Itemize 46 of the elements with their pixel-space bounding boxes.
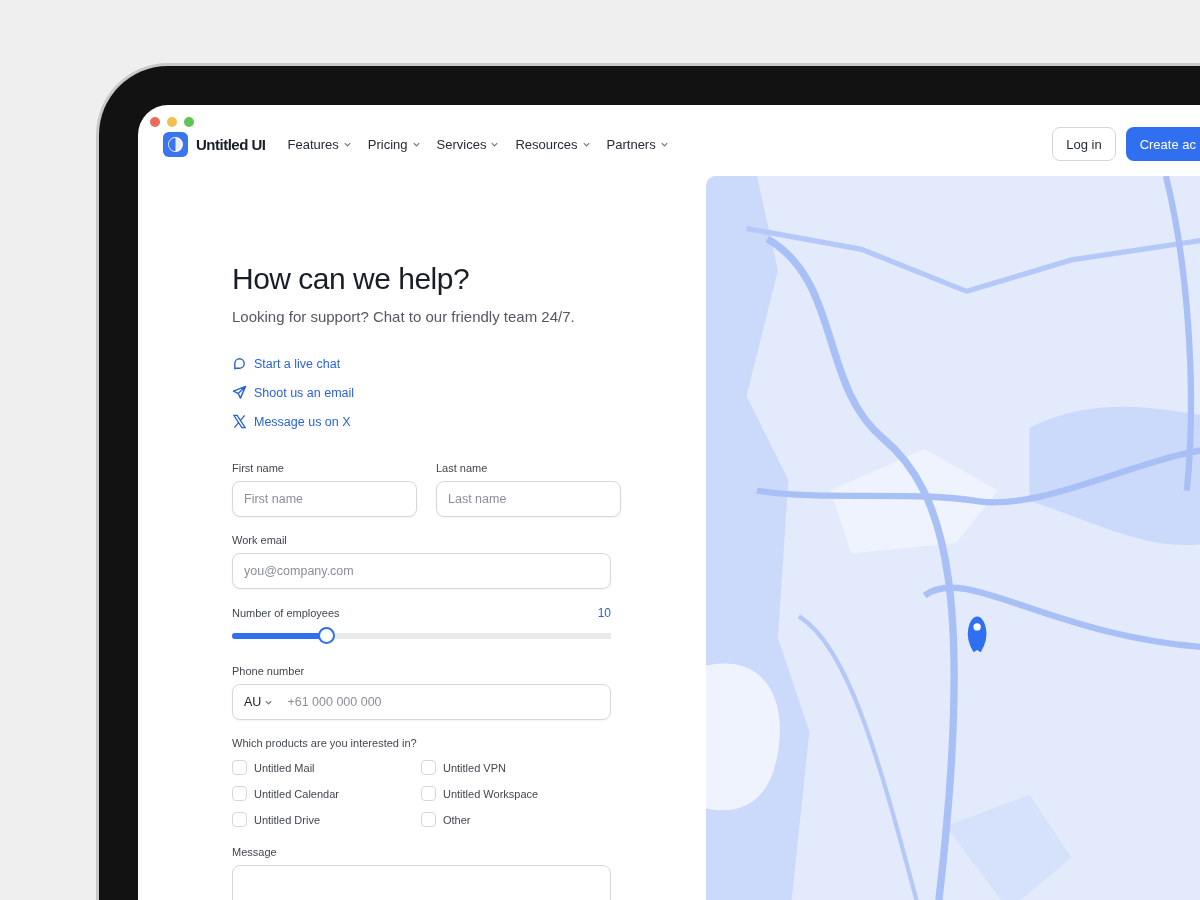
slider-value: 10 xyxy=(597,606,611,620)
nav-menu-item[interactable]: Resources xyxy=(515,136,591,152)
create-account-button[interactable]: Create ac xyxy=(1125,127,1200,161)
field-label: Work email xyxy=(232,534,288,546)
nav-menu-item[interactable]: Pricing xyxy=(367,136,421,152)
nav-menu-item[interactable]: Features xyxy=(287,136,352,152)
contact-link[interactable]: Start a live chat xyxy=(232,349,611,378)
checkbox-label: Untitled Drive xyxy=(254,813,321,826)
checkbox-label: Untitled Mail xyxy=(254,761,315,774)
field-label: Which products are you interested in? xyxy=(232,737,418,749)
brand-name[interactable]: Untitled UI xyxy=(196,135,266,153)
checkbox[interactable] xyxy=(421,786,436,801)
nav-menu-item[interactable]: Partners xyxy=(606,136,669,152)
checkbox-label: Untitled Workspace xyxy=(443,787,539,800)
slider-thumb[interactable] xyxy=(317,627,335,644)
last-name-field[interactable]: Last name xyxy=(436,481,621,517)
x-logo-icon xyxy=(232,414,247,429)
checkbox-label: Other xyxy=(443,813,471,826)
page-heading: How can we help? xyxy=(232,262,471,296)
checkbox-label: Untitled Calendar xyxy=(254,787,339,800)
checkbox[interactable] xyxy=(421,760,436,775)
first-name-field[interactable]: First name xyxy=(232,481,417,517)
checkbox[interactable] xyxy=(232,760,247,775)
close-window-dot[interactable] xyxy=(150,117,160,127)
field-label: First name xyxy=(232,462,285,474)
country-select[interactable]: AU xyxy=(244,695,274,709)
field-label: Message xyxy=(232,846,278,858)
nav-menu-item[interactable]: Services xyxy=(436,136,500,152)
subtitle: Looking for support? Chat to our friendly team 24/7. xyxy=(232,308,576,325)
logo-icon xyxy=(163,131,188,157)
contact-link[interactable]: Message us on X xyxy=(232,407,611,436)
chat-bubble-icon xyxy=(232,356,247,371)
send-icon xyxy=(232,385,247,400)
email-field[interactable]: you@company.com xyxy=(232,553,611,589)
login-button[interactable]: Log in xyxy=(1052,127,1116,161)
field-label: Phone number xyxy=(232,665,306,677)
contact-link[interactable]: Shoot us an email xyxy=(232,378,611,407)
phone-field[interactable]: AU +61 000 000 000 xyxy=(232,684,611,720)
minimize-window-dot[interactable] xyxy=(167,117,177,127)
maximize-window-dot[interactable] xyxy=(184,117,194,127)
field-label: Last name xyxy=(436,462,489,474)
checkbox-label: Untitled VPN xyxy=(443,761,506,774)
field-label: Number of employees xyxy=(232,607,340,619)
checkbox[interactable] xyxy=(421,812,436,827)
checkbox[interactable] xyxy=(232,812,247,827)
checkbox[interactable] xyxy=(232,786,247,801)
